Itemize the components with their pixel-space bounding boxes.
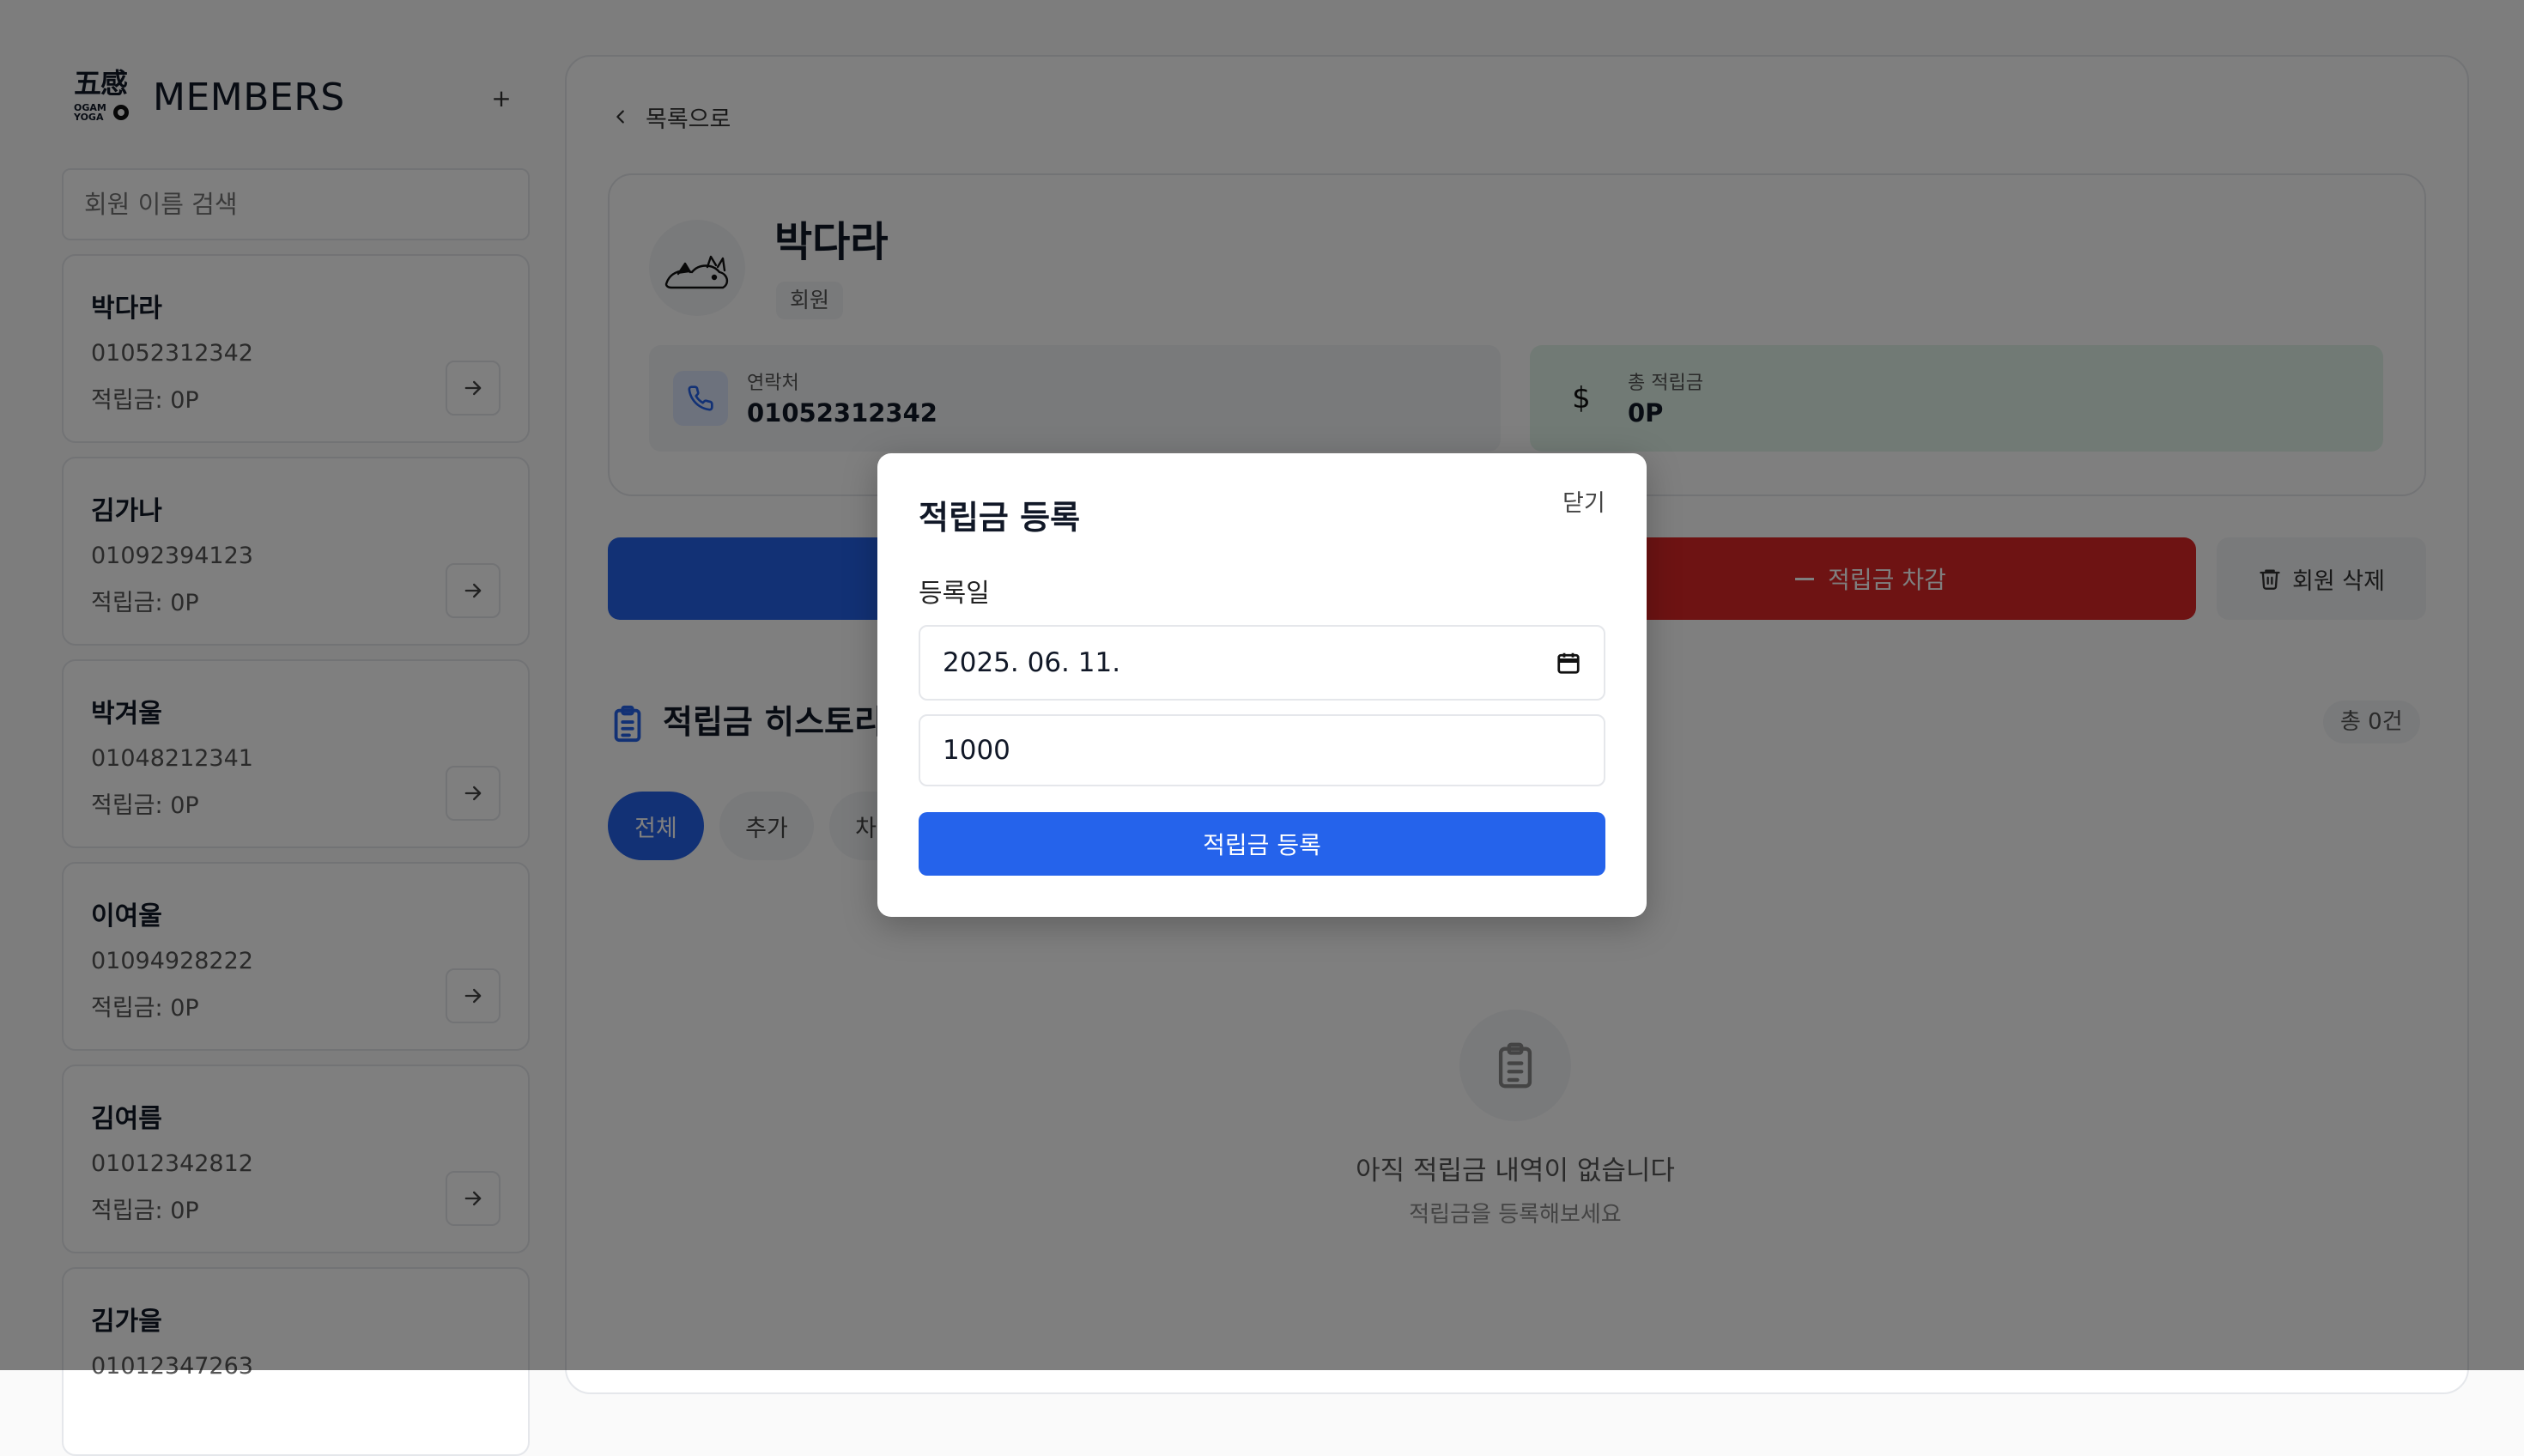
add-points-modal: 적립금 등록 닫기 등록일 2025. 06. 11. 1000 적립금 등록 xyxy=(877,453,1647,917)
close-button[interactable]: 닫기 xyxy=(1562,484,1605,518)
calendar-icon[interactable] xyxy=(1556,650,1581,676)
amount-value: 1000 xyxy=(943,735,1010,766)
date-field[interactable]: 2025. 06. 11. xyxy=(919,625,1605,701)
date-label: 등록일 xyxy=(919,579,990,609)
modal-title: 적립금 등록 xyxy=(919,499,1081,537)
amount-field[interactable]: 1000 xyxy=(919,714,1605,786)
date-value: 2025. 06. 11. xyxy=(943,647,1121,678)
submit-points-button[interactable]: 적립금 등록 xyxy=(919,812,1605,876)
